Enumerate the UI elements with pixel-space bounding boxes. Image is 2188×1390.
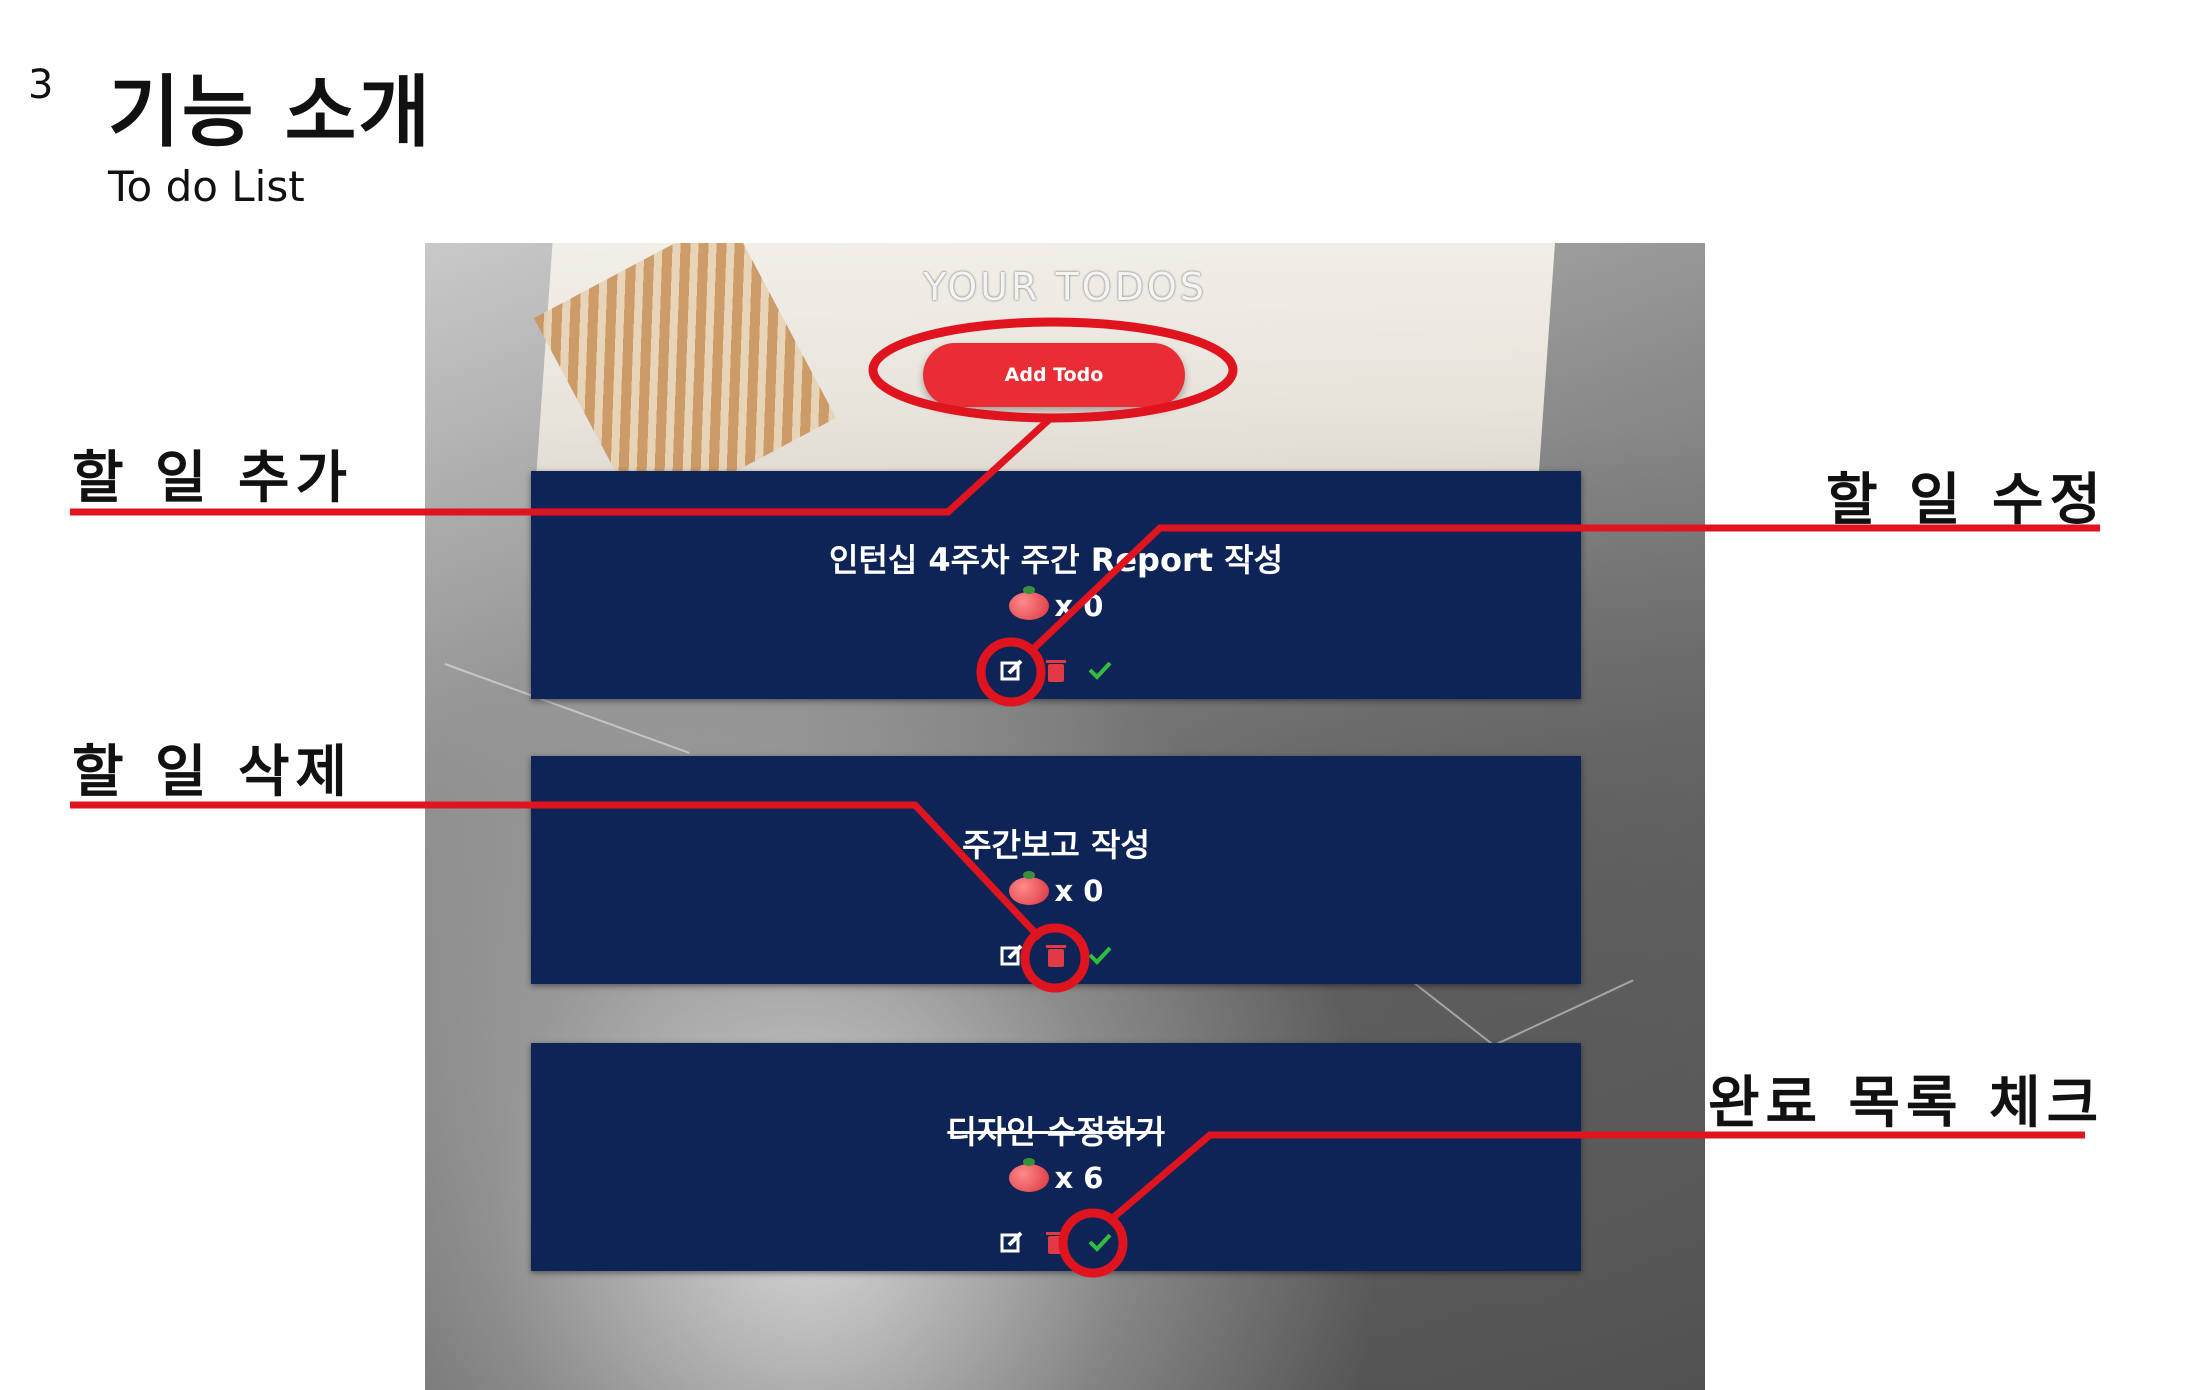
callout-delete-label: 할 일 삭제 <box>72 740 354 805</box>
tomato-icon <box>1008 586 1049 620</box>
check-icon[interactable] <box>1085 940 1115 970</box>
todo-app-screenshot: YOUR TODOS Add Todo 인턴십 4주차 주간 Report 작성… <box>425 243 1705 1390</box>
callout-complete-label: 완료 목록 체크 <box>1708 1071 2105 1136</box>
pomodoro-count: x 6 <box>1054 1161 1104 1195</box>
todo-card-completed: 디자인 수정하기 x 6 <box>531 1043 1581 1271</box>
edit-icon[interactable] <box>997 655 1027 685</box>
check-icon[interactable] <box>1085 655 1115 685</box>
app-heading: YOUR TODOS <box>923 265 1207 309</box>
add-todo-button[interactable]: Add Todo <box>923 343 1185 407</box>
todo-card: 인턴십 4주차 주간 Report 작성 x 0 <box>531 471 1581 699</box>
todo-title: 디자인 수정하기 <box>947 1113 1165 1151</box>
slide-number: 3 <box>28 62 54 108</box>
callout-edit-label: 할 일 수정 <box>1826 468 2108 533</box>
slide-subtitle: To do List <box>108 162 305 211</box>
todo-card: 주간보고 작성 x 0 <box>531 756 1581 984</box>
edit-icon[interactable] <box>997 1227 1027 1257</box>
todo-title: 주간보고 작성 <box>962 826 1150 864</box>
slide-title: 기능 소개 <box>108 68 433 158</box>
edit-icon[interactable] <box>997 940 1027 970</box>
trash-icon[interactable] <box>1041 655 1071 685</box>
trash-icon[interactable] <box>1041 1227 1071 1257</box>
tomato-icon <box>1008 871 1049 905</box>
trash-icon[interactable] <box>1041 940 1071 970</box>
tomato-icon <box>1008 1158 1049 1192</box>
pomodoro-count: x 0 <box>1054 874 1104 908</box>
callout-add-label: 할 일 추가 <box>72 446 354 511</box>
check-icon[interactable] <box>1085 1227 1115 1257</box>
todo-title: 인턴십 4주차 주간 Report 작성 <box>828 541 1284 579</box>
pomodoro-count: x 0 <box>1054 589 1104 623</box>
